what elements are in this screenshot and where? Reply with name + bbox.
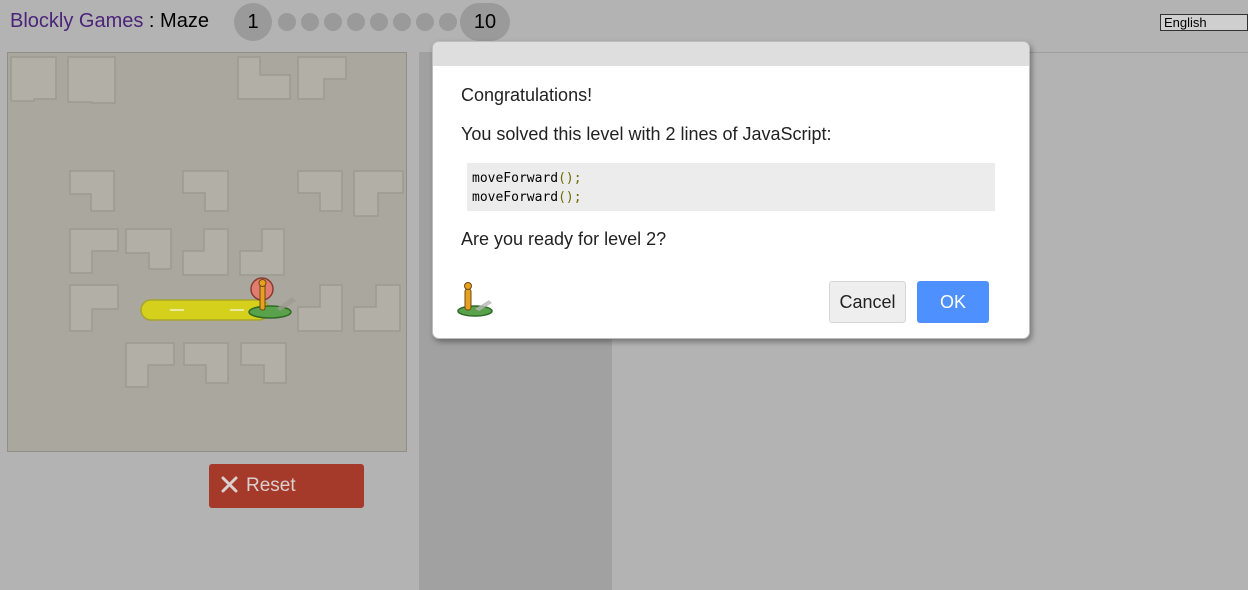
- congratulations-dialog: Congratulations! You solved this level w…: [432, 41, 1030, 339]
- dialog-question: Are you ready for level 2?: [461, 229, 667, 249]
- cancel-button[interactable]: Cancel: [829, 281, 906, 323]
- pegman-icon: [457, 282, 493, 317]
- code-line: moveForward();: [472, 190, 582, 205]
- reset-button[interactable]: Reset: [209, 464, 364, 508]
- maze-walls: [10, 56, 404, 388]
- title-separator: :: [143, 10, 161, 32]
- maze-svg: [10, 56, 404, 388]
- code-block: moveForward(); moveForward();: [467, 163, 995, 211]
- code-line: moveForward();: [472, 171, 582, 186]
- level-6-dot[interactable]: [370, 13, 388, 31]
- ok-button[interactable]: OK: [917, 281, 989, 323]
- header: Blockly Games : Maze 1 10 English: [0, 0, 1248, 44]
- app-name-link[interactable]: Blockly Games: [10, 10, 143, 32]
- level-4-dot[interactable]: [324, 13, 342, 31]
- dialog-titlebar[interactable]: [433, 42, 1029, 66]
- level-2-dot[interactable]: [278, 13, 296, 31]
- dialog-message: You solved this level with 2 lines of Ja…: [461, 124, 832, 144]
- maze-board: [7, 52, 407, 452]
- game-name: Maze: [160, 10, 209, 32]
- dialog-heading: Congratulations!: [461, 85, 593, 105]
- level-5-dot[interactable]: [347, 13, 365, 31]
- level-10-button[interactable]: 10: [460, 3, 510, 41]
- level-3-dot[interactable]: [301, 13, 319, 31]
- page-title: Blockly Games : Maze: [10, 10, 209, 33]
- level-1-button[interactable]: 1: [234, 3, 272, 41]
- level-9-dot[interactable]: [439, 13, 457, 31]
- close-x-icon: [221, 476, 238, 493]
- goal-marker-icon: [248, 277, 296, 319]
- reset-label: Reset: [246, 475, 296, 496]
- level-7-dot[interactable]: [393, 13, 411, 31]
- language-select[interactable]: English: [1160, 14, 1248, 31]
- level-8-dot[interactable]: [416, 13, 434, 31]
